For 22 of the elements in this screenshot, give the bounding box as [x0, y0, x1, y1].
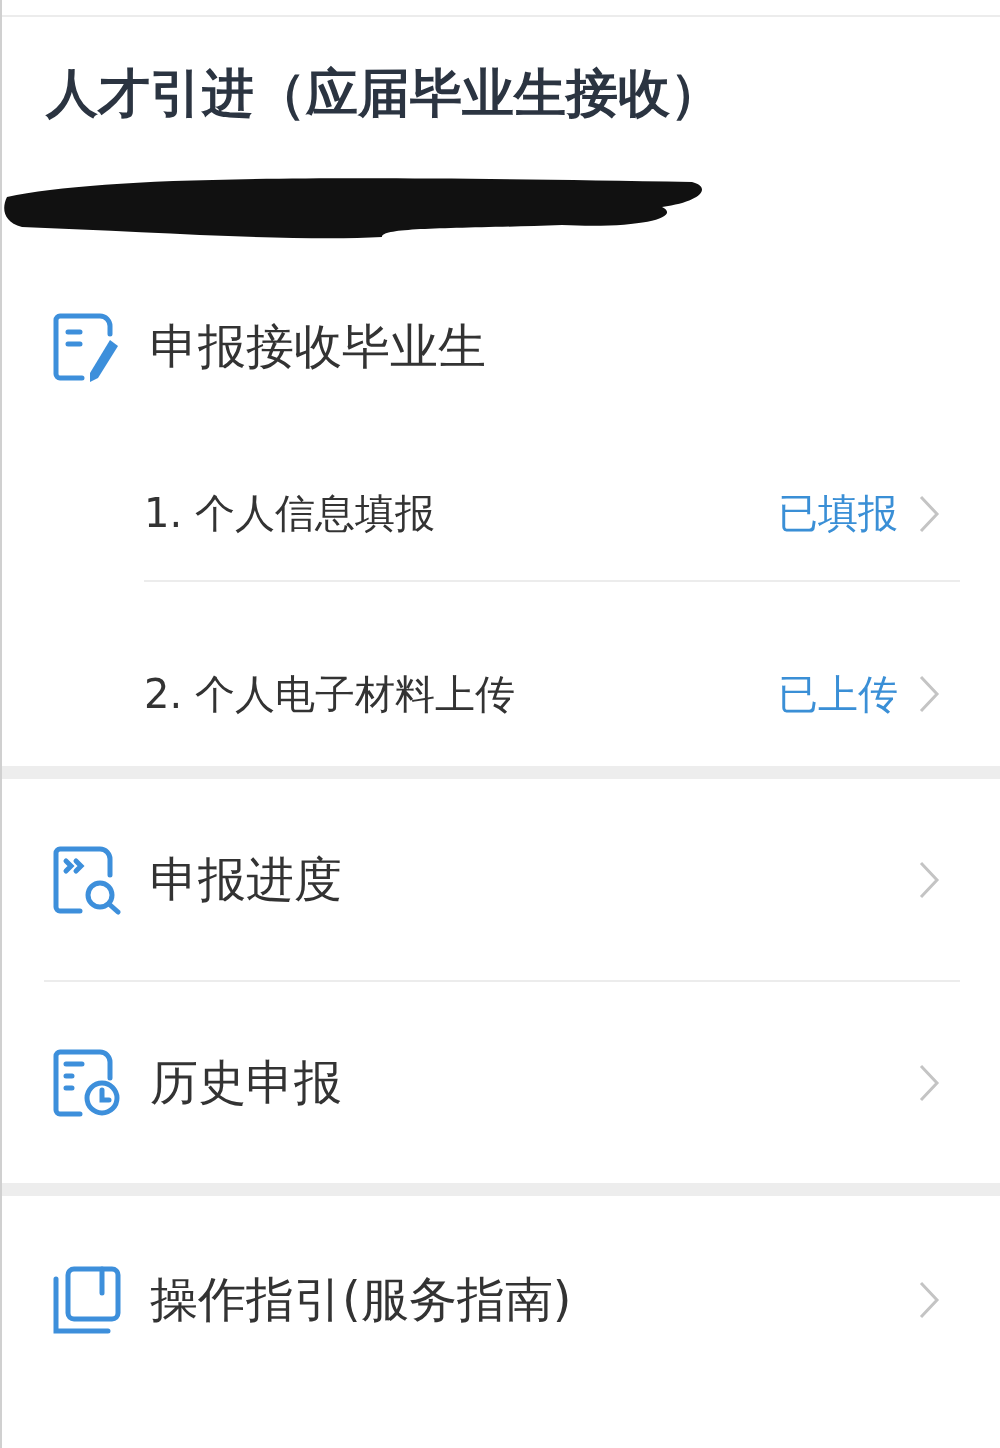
- section-heading: 申报接收毕业生: [150, 317, 486, 376]
- menu-row[interactable]: 历史申报: [2, 982, 1000, 1183]
- menu-label: 申报进度: [150, 849, 343, 909]
- chevron-right-icon: [918, 859, 940, 900]
- book-icon: [52, 1265, 122, 1335]
- step-status: 已填报: [778, 489, 898, 538]
- chevron-right-icon: [918, 493, 940, 534]
- step-row[interactable]: 2. 个人电子材料上传 已上传: [144, 582, 940, 766]
- menu-label: 历史申报: [150, 1052, 343, 1112]
- menu-row[interactable]: 操作指引(服务指南): [2, 1196, 1000, 1404]
- document-search-icon: [52, 844, 122, 915]
- step-label: 1. 个人信息填报: [144, 489, 436, 538]
- menu-row[interactable]: 申报进度: [2, 779, 1000, 980]
- chevron-right-icon: [918, 674, 940, 714]
- chevron-right-icon: [918, 1062, 940, 1103]
- step-label: 2. 个人电子材料上传: [144, 669, 516, 719]
- step-row[interactable]: 1. 个人信息填报 已填报: [144, 447, 940, 580]
- menu-label: 操作指引(服务指南): [150, 1270, 573, 1329]
- document-clock-icon: [52, 1047, 122, 1118]
- step-status: 已上传: [778, 669, 898, 719]
- page-title: 人才引进（应届毕业生接收）: [44, 62, 723, 125]
- chevron-right-icon: [918, 1280, 940, 1320]
